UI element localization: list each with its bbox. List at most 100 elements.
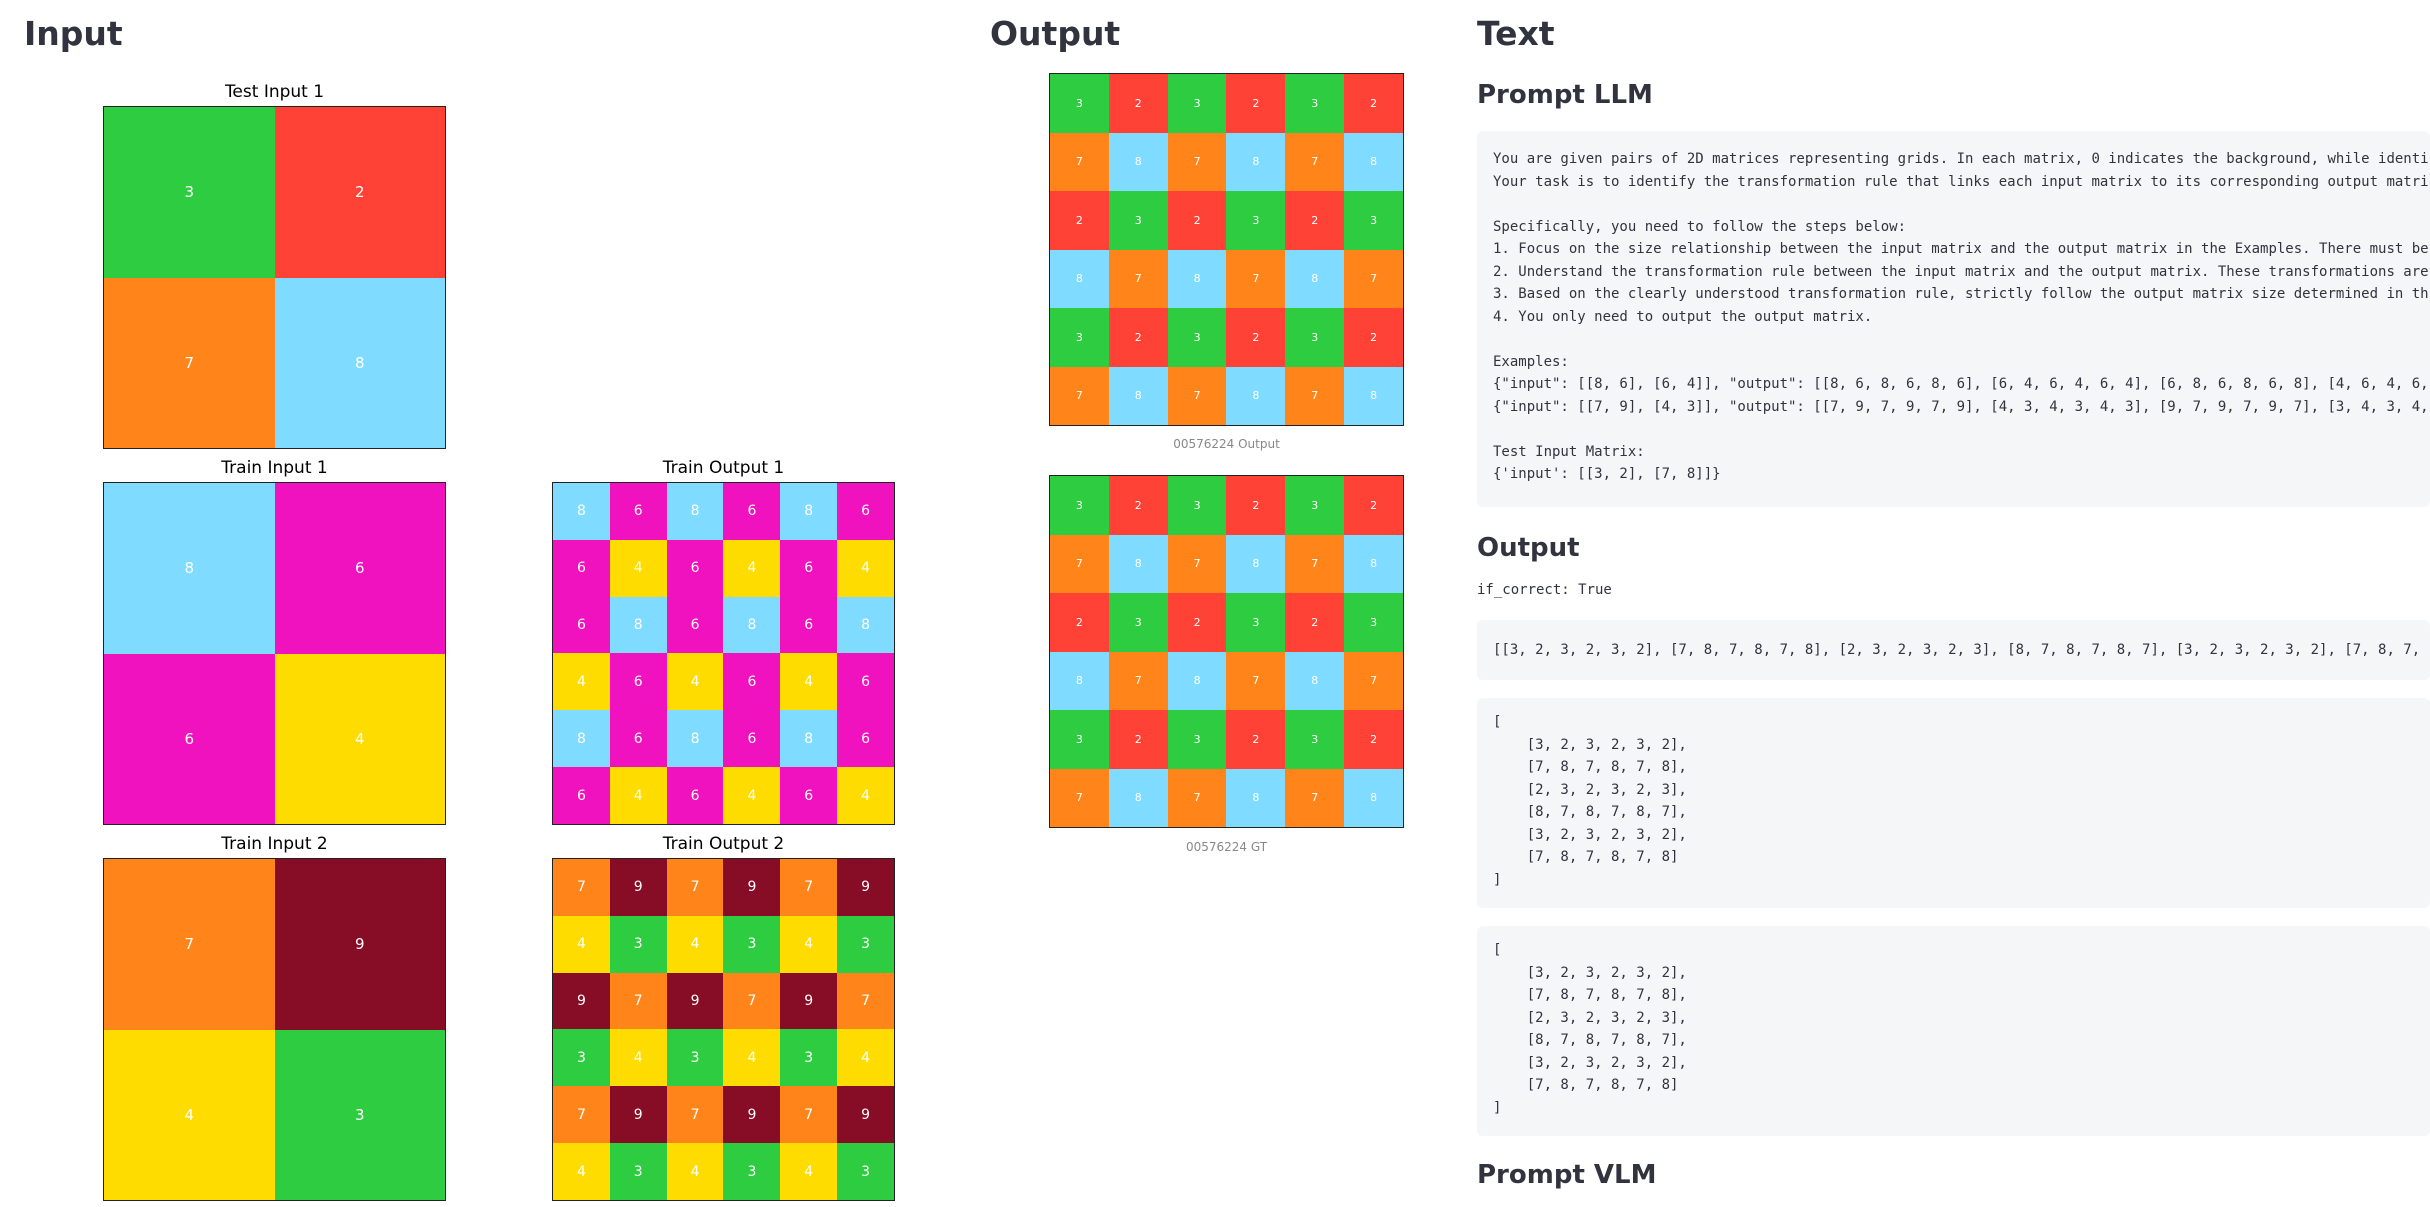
grid-cell: 3: [1226, 191, 1286, 250]
if-correct-status: if_correct: True: [1477, 582, 1612, 598]
grid-cell: 7: [1344, 249, 1403, 308]
grid-cell: 8: [1167, 249, 1227, 308]
grid-cell: 8: [837, 596, 894, 654]
grid-cell: 8: [553, 710, 610, 768]
grid-cell: 2: [1226, 476, 1286, 535]
grid-cell: 3: [1167, 308, 1227, 367]
grid-cell: 3: [780, 1029, 838, 1087]
grid-cell: 4: [780, 1143, 838, 1200]
grid-cell: 6: [609, 653, 667, 711]
grid-cell: 4: [104, 1029, 275, 1200]
grid-cell: 3: [1050, 710, 1109, 769]
grid-cell: 7: [666, 1086, 724, 1144]
input-heading: Input: [24, 14, 123, 53]
grid-cell: 3: [1050, 74, 1109, 133]
grid-cell: 3: [1285, 308, 1345, 367]
train-input-2-caption: Train Input 2: [221, 834, 328, 854]
grid-cell: 2: [1167, 593, 1227, 652]
grid-cell: 4: [274, 653, 445, 824]
grid-cell: 3: [1108, 191, 1168, 250]
grid-cell: 2: [1108, 74, 1168, 133]
grid-cell: 3: [609, 915, 667, 973]
grid-cell: 6: [553, 539, 610, 597]
grid-cell: 7: [553, 1086, 610, 1144]
model-output-grid: 323232787878232323878787323232787878: [1049, 73, 1404, 426]
grid-cell: 3: [1226, 593, 1286, 652]
grid-cell: 6: [837, 710, 894, 768]
grid-cell: 9: [666, 972, 724, 1030]
ground-truth-caption: 00576224 GT: [1185, 840, 1268, 854]
grid-cell: 4: [666, 1143, 724, 1200]
grid-cell: 8: [104, 483, 275, 654]
train-input-1-caption: Train Input 1: [221, 458, 328, 478]
grid-cell: 4: [837, 1029, 894, 1087]
train-input-1-grid: 8664: [103, 482, 446, 825]
grid-cell: 8: [1108, 366, 1168, 425]
grid-cell: 2: [1226, 74, 1286, 133]
grid-cell: 6: [553, 596, 610, 654]
grid-cell: 4: [553, 915, 610, 973]
grid-cell: 2: [1344, 308, 1403, 367]
output-heading: Output: [990, 14, 1121, 53]
grid-cell: 4: [609, 539, 667, 597]
grid-cell: 4: [723, 539, 781, 597]
grid-cell: 8: [1108, 768, 1168, 827]
grid-cell: 7: [666, 859, 724, 916]
grid-cell: 6: [723, 710, 781, 768]
parsed-output-codebox[interactable]: [ [3, 2, 3, 2, 3, 2], [7, 8, 7, 8, 7, 8]…: [1477, 698, 2430, 908]
grid-cell: 2: [274, 107, 445, 278]
grid-cell: 3: [553, 1029, 610, 1087]
grid-cell: 8: [1226, 132, 1286, 191]
grid-cell: 8: [1226, 366, 1286, 425]
grid-cell: 9: [837, 859, 894, 916]
grid-cell: 6: [609, 710, 667, 768]
grid-cell: 8: [780, 710, 838, 768]
grid-cell: 4: [780, 915, 838, 973]
grid-cell: 6: [837, 483, 894, 540]
grid-cell: 3: [609, 1143, 667, 1200]
grid-cell: 3: [1050, 476, 1109, 535]
grid-cell: 2: [1226, 710, 1286, 769]
grid-cell: 7: [1050, 768, 1109, 827]
grid-cell: 8: [1050, 249, 1109, 308]
grid-cell: 6: [837, 653, 894, 711]
train-output-1-grid: 868686646464686868464646868686646464: [552, 482, 895, 825]
grid-cell: 4: [553, 653, 610, 711]
grid-cell: 6: [780, 596, 838, 654]
grid-cell: 7: [1226, 651, 1286, 710]
grid-cell: 2: [1108, 710, 1168, 769]
grid-cell: 3: [1108, 593, 1168, 652]
grid-cell: 8: [723, 596, 781, 654]
raw-output-codebox[interactable]: [[3, 2, 3, 2, 3, 2], [7, 8, 7, 8, 7, 8],…: [1477, 620, 2430, 680]
grid-cell: 7: [1285, 768, 1345, 827]
grid-cell: 7: [1108, 249, 1168, 308]
grid-cell: 6: [274, 483, 445, 654]
prompt-llm-codebox[interactable]: You are given pairs of 2D matrices repre…: [1477, 131, 2430, 507]
grid-cell: 2: [1108, 476, 1168, 535]
grid-cell: 3: [1167, 476, 1227, 535]
grid-cell: 3: [1050, 308, 1109, 367]
grid-cell: 4: [837, 767, 894, 824]
grid-cell: 3: [666, 1029, 724, 1087]
grid-cell: 4: [723, 767, 781, 824]
grid-cell: 8: [1050, 651, 1109, 710]
grid-cell: 7: [1050, 534, 1109, 593]
grid-cell: 7: [1167, 132, 1227, 191]
grid-cell: 7: [1167, 534, 1227, 593]
grid-cell: 7: [780, 859, 838, 916]
grid-cell: 3: [1285, 74, 1345, 133]
grid-cell: 8: [1226, 534, 1286, 593]
model-output-caption: 00576224 Output: [1173, 437, 1280, 451]
grid-cell: 7: [837, 972, 894, 1030]
grid-cell: 4: [609, 767, 667, 824]
grid-cell: 7: [780, 1086, 838, 1144]
grid-cell: 6: [104, 653, 275, 824]
grid-cell: 8: [780, 483, 838, 540]
ground-truth-codebox[interactable]: [ [3, 2, 3, 2, 3, 2], [7, 8, 7, 8, 7, 8]…: [1477, 926, 2430, 1136]
grid-cell: 8: [1108, 534, 1168, 593]
output-section-title: Output: [1477, 533, 1580, 563]
grid-cell: 7: [1344, 651, 1403, 710]
grid-cell: 4: [666, 915, 724, 973]
grid-cell: 2: [1108, 308, 1168, 367]
grid-cell: 7: [553, 859, 610, 916]
